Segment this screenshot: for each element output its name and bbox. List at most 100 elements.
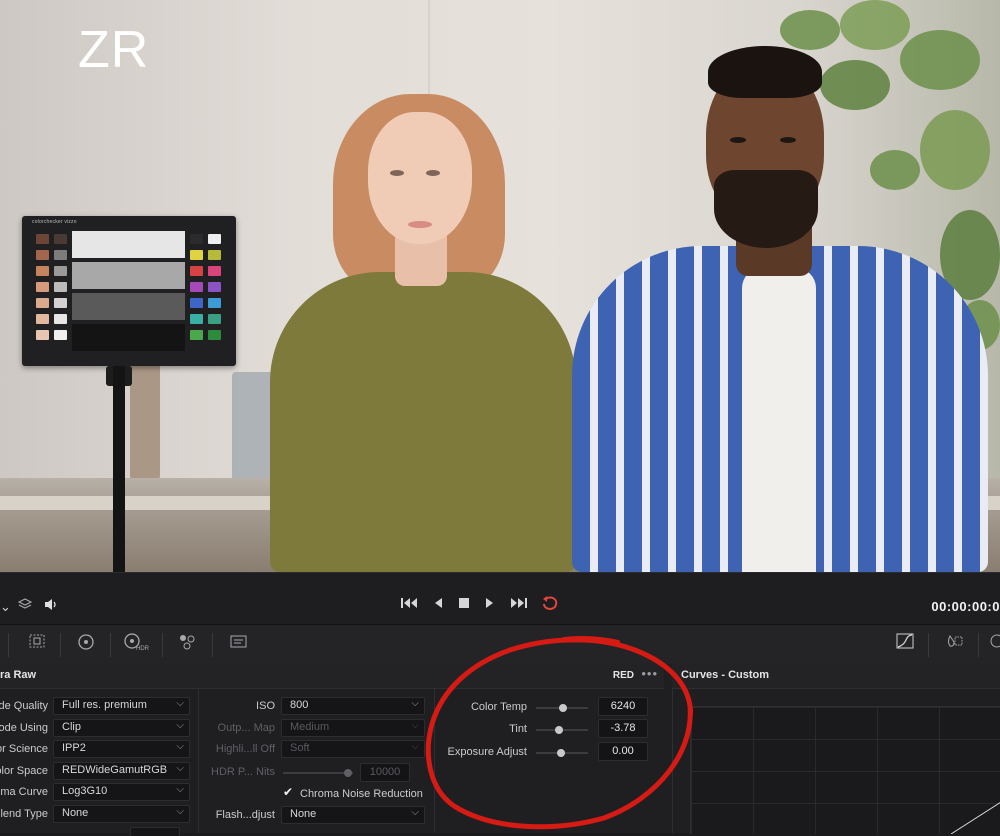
curve-control-point[interactable] [689,708,693,714]
curves-tool-icon[interactable] [893,633,917,655]
dropdown-chevron-icon[interactable]: ⌄ [0,599,11,615]
rgb-mixer-tool-icon[interactable] [176,633,200,655]
woman-eye [390,170,404,176]
chroma-noise-label: Chroma Noise Reduction [300,788,423,800]
man-tshirt [742,268,816,572]
loop-icon[interactable] [541,596,559,613]
color-temp-label: Color Temp [470,701,527,713]
blend-type-select[interactable]: None ⌵ [53,805,190,823]
color-temp-value[interactable]: 6240 [598,697,648,716]
hdr-peak-nits-label: HDR P... Nits [211,766,275,778]
decode-quality-label-wrap: de Quality [0,697,48,715]
video-viewer[interactable]: colorchecker vizzo ZR [0,0,1000,572]
output-tone-map-label: Outp... Map [217,722,275,734]
color-temp-slider[interactable] [536,704,588,712]
hdr-peak-nits-value[interactable]: 10000 [360,763,410,782]
chevron-down-icon: ⌵ [411,741,419,752]
exposure-adjust-label: Exposure Adjust [447,746,528,758]
color-panels: ra Raw RED ••• Curves - Custom de Qualit… [0,664,1000,836]
chevron-down-icon: ⌵ [411,720,419,731]
iso-value: 800 [290,699,309,711]
play-reverse-button[interactable] [433,597,443,612]
chevron-down-icon: ⌵ [411,698,419,709]
output-tone-map-select[interactable]: Medium ⌵ [281,719,425,737]
man-eye [730,137,746,143]
play-button[interactable] [485,597,495,612]
highlight-roll-off-select[interactable]: Soft ⌵ [281,740,425,758]
background-shelf [130,360,160,480]
stop-button[interactable] [459,597,470,612]
output-tone-map-value: Medium [290,721,330,733]
man-beard [714,170,818,248]
chroma-noise-checkbox[interactable]: ✔ [283,786,295,798]
color-science-select[interactable]: IPP2 ⌵ [53,740,190,758]
camera-raw-title: ra Raw [0,669,37,681]
partial-field [130,827,180,836]
camera-raw-header: ra Raw RED ••• [0,664,664,689]
curves-header: Curves - Custom [672,664,1000,689]
gamma-curve-value: Log3G10 [62,785,108,797]
raw-format-badge: RED [612,670,634,681]
color-wheels-tool-icon[interactable] [74,633,98,655]
decode-quality-label: de Quality [0,700,48,712]
speaker-icon[interactable] [44,598,60,614]
window-tool-icon[interactable] [988,633,1000,655]
layers-icon[interactable] [17,598,33,613]
highlight-roll-off-label: Highli...ll Off [215,743,275,755]
color-space-select[interactable]: REDWideGamutRGB ⌵ [53,762,190,780]
slider-knob[interactable] [559,704,567,712]
woman-sweater [270,272,576,572]
color-space-value: REDWideGamutRGB [62,764,168,776]
decode-quality-value: Full res. premium [62,699,147,711]
hdr-peak-nits-slider[interactable] [283,769,353,777]
man-eye [780,137,796,143]
flash-adjust-select[interactable]: None ⌵ [281,806,425,824]
go-to-first-frame-button[interactable] [401,597,419,612]
motion-effects-tool-icon[interactable] [226,633,250,655]
iso-select[interactable]: 800 ⌵ [281,697,425,715]
chevron-down-icon: ⌵ [176,784,184,795]
decode-using-value: Clip [62,721,81,733]
svg-text:HDR: HDR [136,646,150,651]
chevron-down-icon: ⌵ [176,741,184,752]
chevron-down-icon: ⌵ [176,698,184,709]
man-hair [708,46,822,98]
tint-label: Tint [509,723,527,735]
light-stand [113,366,125,572]
tint-slider[interactable] [536,726,588,734]
slider-knob[interactable] [557,749,565,757]
blend-type-value: None [62,807,89,819]
decode-quality-select[interactable]: Full res. premium ⌵ [53,697,190,715]
exposure-adjust-slider[interactable] [536,749,588,757]
slider-knob[interactable] [555,726,563,734]
color-science-value: IPP2 [62,742,86,754]
decode-using-select[interactable]: Clip ⌵ [53,719,190,737]
color-checker-chart: colorchecker vizzo [22,216,236,366]
gamma-curve-select[interactable]: Log3G10 ⌵ [53,783,190,801]
woman-eye [426,170,440,176]
chevron-down-icon: ⌵ [411,807,419,818]
camera-raw-tool-icon[interactable] [25,633,49,655]
highlight-roll-off-value: Soft [290,742,310,754]
timecode-display: 00:00:00:0 [931,599,1000,614]
woman-lips [408,221,432,228]
color-checker-brand: colorchecker vizzo [32,219,77,225]
camera-overlay-label: ZR [78,21,150,79]
curves-title: Curves - Custom [681,669,770,681]
slider-knob[interactable] [344,769,352,777]
exposure-adjust-value[interactable]: 0.00 [598,742,648,761]
go-to-last-frame-button[interactable] [509,597,527,612]
gamma-curve-label: ma Curve [0,786,48,798]
more-options-button[interactable]: ••• [641,666,658,681]
curves-graph[interactable] [690,706,1000,834]
color-science-label: or Science [0,743,48,755]
qualifier-tool-icon[interactable] [942,633,966,655]
chevron-down-icon: ⌵ [176,806,184,817]
chevron-down-icon: ⌵ [176,720,184,731]
flash-adjust-value: None [290,808,317,820]
color-space-label: olor Space [0,765,48,777]
tint-value[interactable]: -3.78 [598,719,648,738]
iso-label: ISO [256,700,275,712]
hdr-wheels-tool-icon[interactable]: HDR [124,633,150,655]
color-tool-bar: HDR [0,624,1000,666]
